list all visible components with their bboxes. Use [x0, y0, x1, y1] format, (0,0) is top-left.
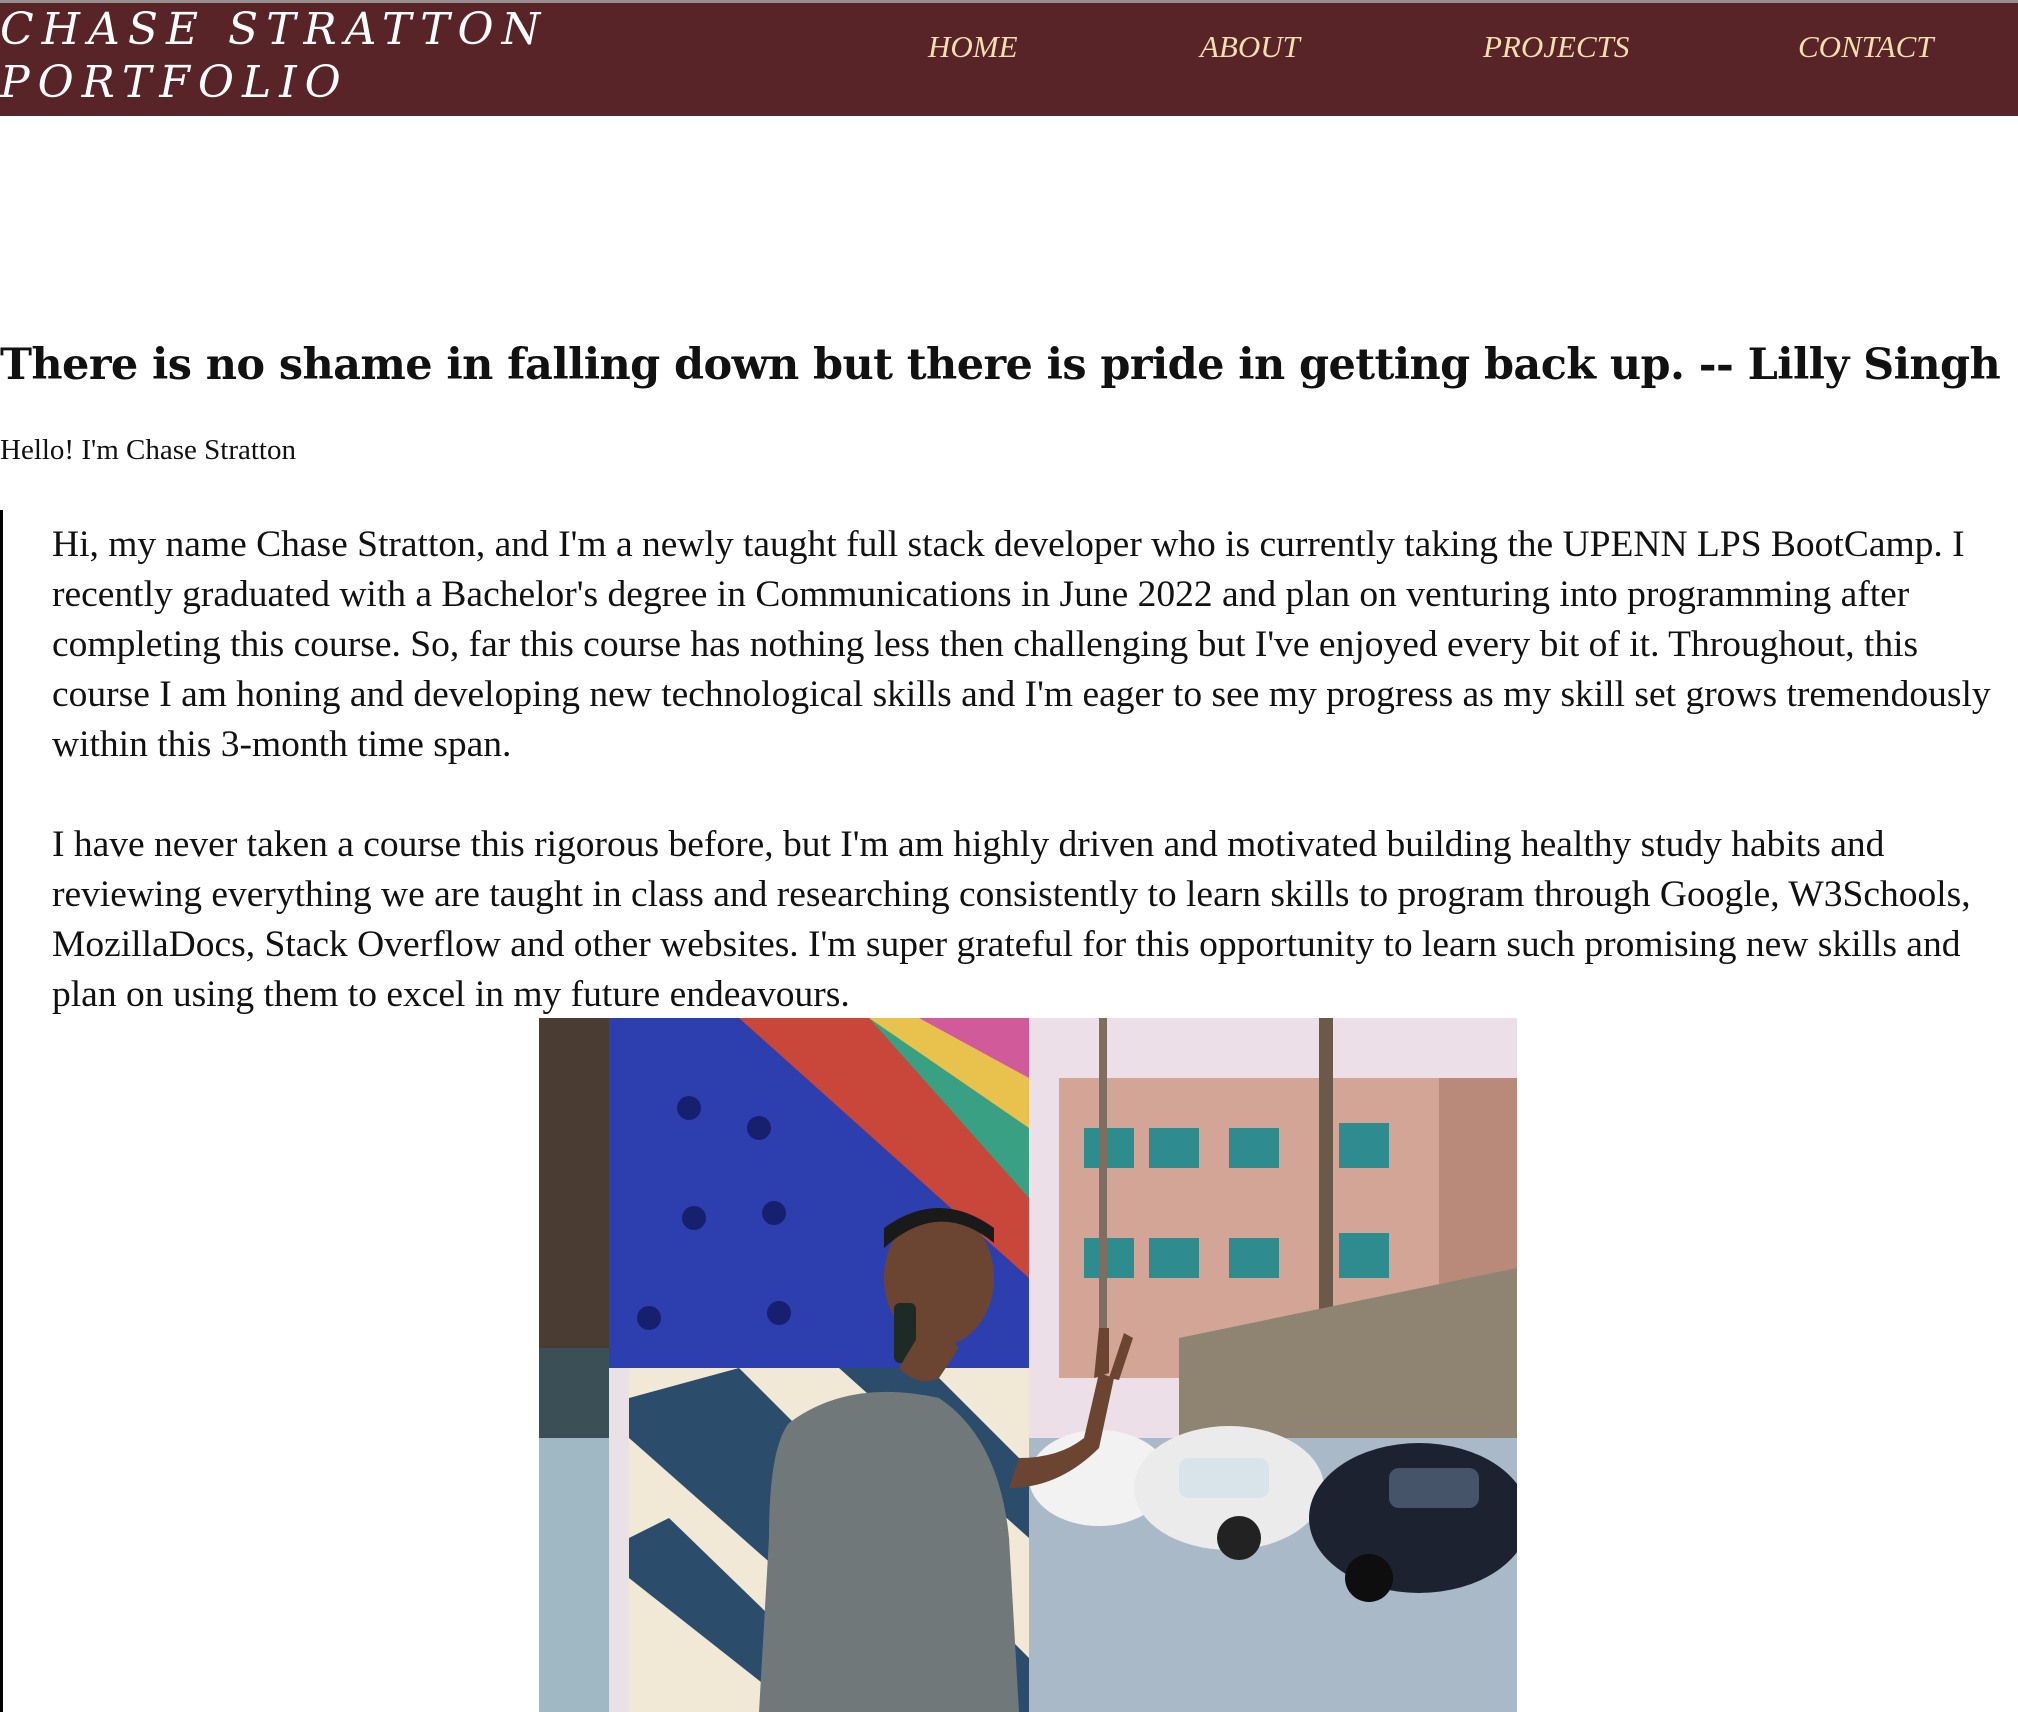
nav-projects-link[interactable]: PROJECTS: [1483, 29, 1629, 65]
main-nav: HOME ABOUT PROJECTS CONTACT: [0, 3, 2018, 119]
about-paragraph-1: Hi, my name Chase Stratton, and I'm a ne…: [52, 524, 1991, 765]
profile-photo: [539, 1018, 1517, 1712]
greeting-text: Hello! I'm Chase Stratton: [0, 434, 296, 466]
nav-about-link[interactable]: ABOUT: [1200, 29, 1300, 65]
about-text: Hi, my name Chase Stratton, and I'm a ne…: [52, 520, 2012, 1020]
nav-contact-link[interactable]: CONTACT: [1798, 29, 1934, 65]
site-header: CHASE STRATTON PORTFOLIO HOME ABOUT PROJ…: [0, 0, 2018, 116]
about-paragraph-2: I have never taken a course this rigorou…: [52, 824, 1971, 1015]
nav-home-link[interactable]: HOME: [928, 29, 1018, 65]
quote-heading: There is no shame in falling down but th…: [0, 340, 2001, 390]
